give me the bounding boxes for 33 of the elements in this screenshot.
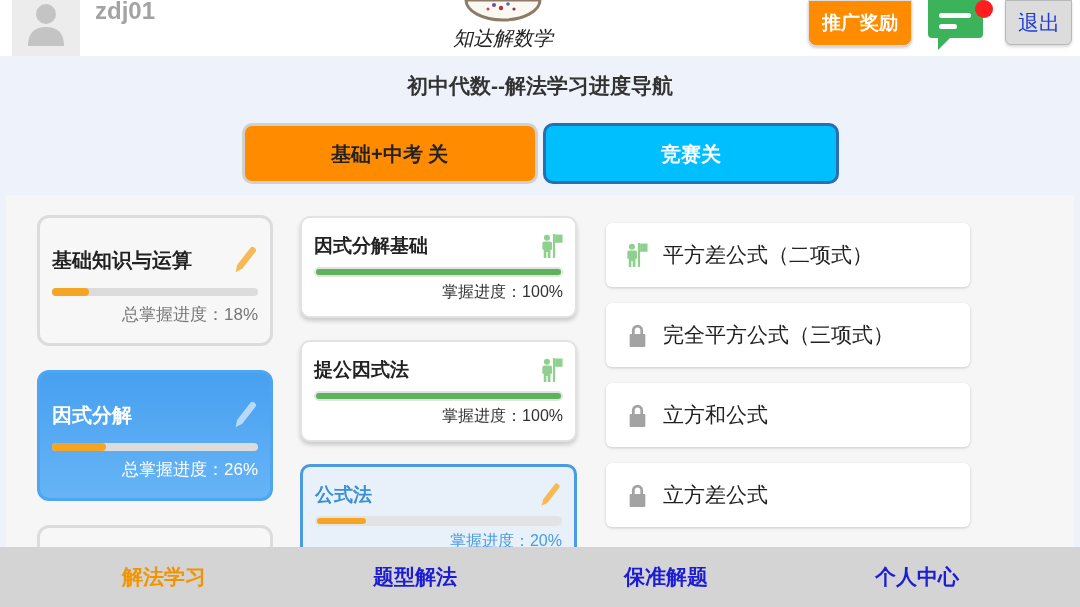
- person-with-flag-icon: [541, 234, 563, 258]
- category-title: 基础知识与运算: [52, 248, 192, 273]
- formula-row[interactable]: 立方差公式: [606, 463, 970, 527]
- formula-row[interactable]: 完全平方公式（三项式）: [606, 303, 970, 367]
- progress-text: 总掌握进度：26%: [121, 459, 258, 481]
- formula-label: 立方差公式: [663, 482, 768, 508]
- formula-row[interactable]: 平方差公式（二项式）: [606, 223, 970, 287]
- username: zdj01: [95, 0, 156, 22]
- avatar-icon[interactable]: [12, 0, 80, 56]
- progress-text: 总掌握进度：18%: [121, 304, 258, 326]
- formula-label: 立方和公式: [663, 402, 768, 428]
- stage-tab[interactable]: 基础+中考 关: [241, 123, 538, 184]
- topic-card[interactable]: 提公因式法 掌握进度：100%: [300, 340, 577, 442]
- plate-logo-icon: [464, 0, 542, 22]
- topic-card[interactable]: 因式分解基础 掌握进度：100%: [300, 216, 577, 318]
- category-title: 因式分解: [52, 403, 132, 428]
- person-with-flag-icon: [541, 358, 563, 382]
- progress-text: 掌握进度：100%: [442, 282, 563, 302]
- formula-row[interactable]: 立方和公式: [606, 383, 970, 447]
- progress-text: 掌握进度：100%: [442, 406, 563, 426]
- topic-title: 提公因式法: [314, 358, 409, 382]
- page-title: 初中代数--解法学习进度导航: [407, 73, 673, 99]
- logout-button[interactable]: 退出: [1005, 0, 1072, 45]
- nav-tab[interactable]: 个人中心: [874, 563, 959, 591]
- topic-title: 公式法: [315, 483, 372, 507]
- message-icon[interactable]: [928, 0, 985, 50]
- formula-label: 平方差公式（二项式）: [663, 242, 873, 268]
- nav-tab[interactable]: 保准解题: [623, 563, 708, 591]
- logo-text: 知达解数学: [453, 26, 553, 50]
- category-card[interactable]: 基础知识与运算 总掌握进度：18%: [37, 215, 273, 346]
- topic-title: 因式分解基础: [314, 234, 428, 258]
- nav-tab[interactable]: 题型解法: [372, 563, 457, 591]
- formula-label: 完全平方公式（三项式）: [663, 322, 894, 348]
